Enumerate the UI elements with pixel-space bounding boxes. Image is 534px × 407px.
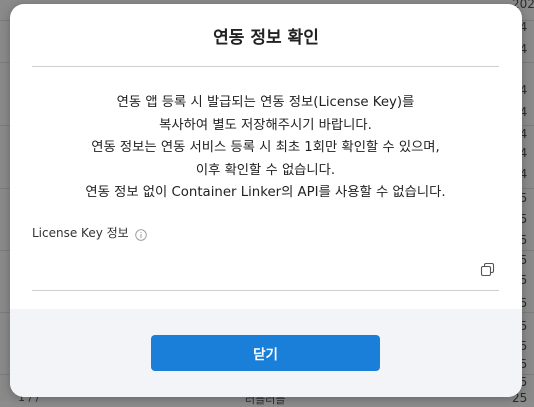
description-line: 복사하여 별도 저장해주시기 바랍니다. [159,117,372,133]
modal-description: 연동 앱 등록 시 발급되는 연동 정보(License Key)를 복사하여 … [32,92,499,205]
license-key-underline [32,290,499,291]
modal-title: 연동 정보 확인 [213,28,319,48]
description-line: 연동 앱 등록 시 발급되는 연동 정보(License Key)를 [116,95,415,110]
description-line: 이후 확인할 수 없습니다. [195,162,336,178]
description-line: 연동 정보 없이 Container Linker의 API를 사용할 수 없습… [85,185,446,200]
info-circle-icon[interactable] [134,226,147,241]
close-button[interactable]: 닫기 [151,335,380,371]
license-key-label-row: License Key 정보 [32,222,147,242]
modal-footer: 닫기 [10,309,522,397]
description-line: 연동 정보는 연동 서비스 등록 시 최초 1회만 확인할 수 있으며, [91,140,440,155]
license-key-label: License Key 정보 [32,225,129,240]
license-info-modal: 연동 정보 확인 연동 앱 등록 시 발급되는 연동 정보(License Ke… [10,4,522,397]
copy-icon[interactable] [480,262,496,278]
license-key-value [32,256,472,280]
title-divider [32,66,499,67]
